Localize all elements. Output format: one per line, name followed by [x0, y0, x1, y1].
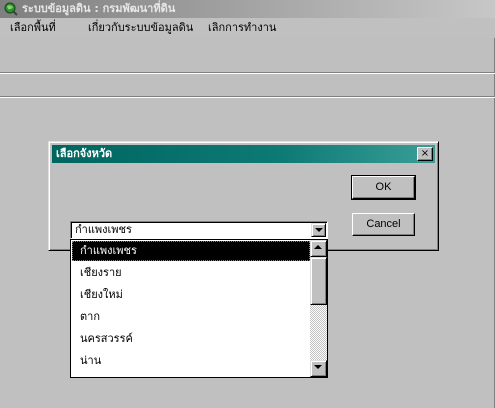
dropdown-button[interactable] [311, 223, 326, 237]
province-option[interactable]: น่าน [72, 351, 310, 371]
close-icon[interactable]: × [417, 147, 433, 161]
globe-magnifier-icon [4, 2, 18, 16]
menu-exit[interactable]: เลิกการทำงาน [206, 18, 278, 38]
scrollbar-thumb[interactable] [310, 257, 327, 305]
arrow-down-icon [314, 365, 322, 369]
window-titlebar[interactable]: ระบบข้อมูลดิน : กรมพัฒนาที่ดิน [0, 0, 495, 18]
chevron-down-icon [315, 228, 323, 232]
menu-select-area[interactable]: เลือกพื้นที่ [8, 18, 58, 38]
divider [0, 96, 495, 97]
province-option[interactable]: เชียงราย [72, 263, 310, 283]
dialog-title: เลือกจังหวัด [56, 147, 113, 160]
province-combobox-value: กำแพงเพชร [75, 223, 132, 236]
dialog-titlebar[interactable]: เลือกจังหวัด × [52, 145, 435, 163]
province-dropdown-list: กำแพงเพชร เชียงราย เชียงใหม่ ตาก นครสวรร… [70, 239, 328, 378]
divider [0, 72, 495, 73]
menu-about-system[interactable]: เกี่ยวกับระบบข้อมูลดิน [86, 18, 195, 38]
scroll-up-button[interactable] [310, 240, 327, 257]
province-combobox[interactable]: กำแพงเพชร [70, 221, 328, 239]
cancel-button[interactable]: Cancel [352, 213, 415, 236]
province-option[interactable]: เชียงใหม่ [72, 285, 310, 305]
ok-button[interactable]: OK [351, 175, 416, 200]
vertical-scrollbar[interactable] [310, 240, 327, 377]
arrow-up-icon [314, 245, 322, 249]
province-option[interactable]: ตาก [72, 307, 310, 327]
scroll-down-button[interactable] [310, 360, 327, 377]
province-option[interactable]: นครสวรรค์ [72, 329, 310, 349]
menu-bar: เลือกพื้นที่ เกี่ยวกับระบบข้อมูลดิน เลิก… [0, 18, 495, 38]
province-option[interactable]: กำแพงเพชร [72, 241, 310, 261]
window-title: ระบบข้อมูลดิน : กรมพัฒนาที่ดิน [22, 2, 176, 15]
